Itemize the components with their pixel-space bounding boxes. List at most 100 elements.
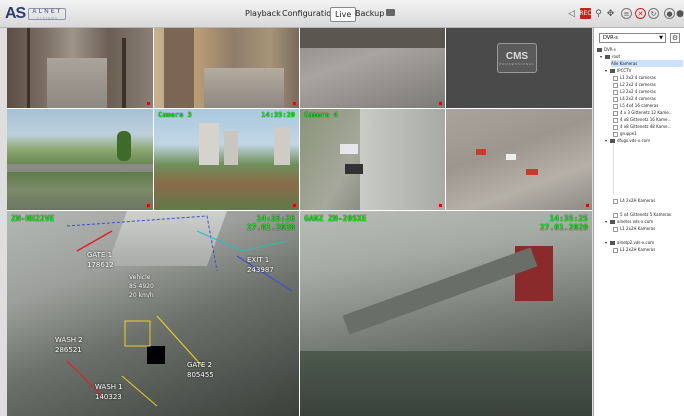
tree-node[interactable]: gruppe1 (613, 130, 637, 137)
layout-button[interactable]: ≡ (621, 8, 632, 19)
logo-mark: AS (5, 5, 26, 22)
tree-node-label: IPCCTV (617, 68, 632, 73)
refresh-button[interactable]: ↻ (648, 8, 659, 19)
magnifier-icon[interactable]: ⚲ (593, 8, 604, 19)
layout-checkbox[interactable] (613, 110, 618, 116)
layout-checkbox[interactable] (613, 96, 618, 102)
camera-label: GANZ ZN-20SXE (304, 214, 367, 223)
stop-button[interactable]: ✕ (635, 8, 646, 19)
server-icon (610, 220, 615, 224)
tree-node[interactable]: L1 2x2 4 cameras (613, 74, 656, 81)
tree-node[interactable]: L1 2x2H Kameras (613, 246, 655, 253)
exit1-label: EXIT 1 (247, 256, 270, 264)
tree-node[interactable]: ▾ alnetss.vds-x.com (605, 218, 653, 225)
layout-checkbox[interactable] (613, 103, 618, 109)
menu-live[interactable]: Live (330, 7, 357, 22)
analytics-overlay (66, 215, 293, 407)
speaker-icon[interactable]: ◁ (566, 8, 577, 19)
recording-indicator (147, 102, 150, 105)
tree-node[interactable]: L3 2x2 4 cameras (613, 88, 656, 95)
vehicle-speed: 20 km/h (129, 292, 154, 299)
gate2-id: 805455 (187, 371, 214, 379)
layout-checkbox[interactable] (613, 247, 618, 253)
tree-node[interactable]: L2 2x2 4 cameras (613, 81, 656, 88)
layout-checkbox[interactable] (613, 131, 618, 137)
camera-label: Camera 4 (304, 111, 338, 119)
dvr-select[interactable]: DVR-s ▼ (599, 33, 666, 43)
layout-checkbox[interactable] (613, 89, 618, 95)
ptz-icon[interactable]: ✥ (605, 8, 616, 19)
tree-node-label: L4 2x2H Kameras (620, 198, 656, 203)
layout-checkbox[interactable] (613, 82, 618, 88)
tree-node[interactable]: 4 x8 Gittenetz 16 Kame... (613, 116, 671, 123)
tree-node-label: L2 2x2 4 cameras (620, 82, 656, 87)
camera-view-6[interactable]: Camera 3 14:35:20 (154, 109, 299, 210)
chevron-down-icon: ▼ (659, 35, 663, 41)
camera-view-7[interactable]: Camera 4 (300, 109, 445, 210)
tree-node[interactable]: ▾ dfugs.vds-x.com (605, 137, 650, 144)
menu-configuration[interactable]: Configuration (282, 9, 336, 18)
camera-time: 14:35:25 (549, 214, 588, 223)
tree-node[interactable]: 5 x4 Gittenetz 5 Kameras (613, 211, 671, 218)
camera-view-5[interactable] (7, 109, 153, 210)
wash2-id: 286521 (55, 346, 82, 354)
folder-icon (605, 55, 610, 59)
menu-backup[interactable]: Backup (355, 9, 384, 18)
tree-node-label: root (612, 54, 621, 59)
power-icon[interactable]: ● (676, 8, 684, 19)
tree-node[interactable]: L4 2x2 4 cameras (613, 95, 656, 102)
camera-view-1[interactable] (7, 28, 153, 108)
app-window: AS ALNET SYSTEMS Playback Configuration … (0, 0, 684, 416)
camera-time: 14:35:20 (261, 111, 295, 119)
camera-view-2[interactable] (154, 28, 299, 108)
layout-checkbox[interactable] (613, 226, 618, 232)
server-icon (597, 48, 602, 52)
camera-view-8[interactable] (446, 109, 592, 210)
tree-node[interactable]: ▾ alnetp2.vds-x.com (605, 239, 654, 246)
tree-node[interactable]: 4 x 3 Gittenetz 12 Kame... (613, 109, 673, 116)
record-icon[interactable]: REC (579, 8, 592, 19)
recording-indicator (147, 204, 150, 207)
tree-node-label: dfugs.vds-x.com (617, 138, 650, 143)
layout-checkbox[interactable] (613, 124, 618, 130)
camera-date: 27.01.2020 (539, 223, 588, 232)
tree-node[interactable]: DVR-s (597, 46, 616, 53)
gate1-id: 178612 (87, 261, 114, 269)
camera-view-4-empty[interactable]: CMS PROFESSIONAL (446, 28, 592, 108)
logo-name: ALNET (32, 8, 63, 15)
tree-node-label: L4 2x2 4 cameras (620, 96, 656, 101)
tree-node[interactable]: ▾ root (600, 53, 620, 60)
top-toolbar: AS ALNET SYSTEMS Playback Configuration … (0, 0, 684, 28)
server-icon (610, 139, 615, 143)
camera-label: Camera 3 (158, 111, 192, 119)
server-icon (610, 241, 615, 245)
layout-checkbox[interactable] (613, 198, 618, 204)
layout-checkbox[interactable] (613, 117, 618, 123)
folder-icon[interactable] (386, 9, 395, 16)
dvr-select-value: DVR-s (603, 35, 618, 41)
vehicle-id: 85 4920 (129, 283, 154, 290)
tree-node[interactable]: ▾ IPCCTV (605, 67, 631, 74)
tree-node-label: alnetp2.vds-x.com (617, 240, 655, 245)
tree-node-label: gruppe1 (620, 131, 637, 136)
menu-playback[interactable]: Playback (245, 9, 281, 18)
expand-icon: ▾ (605, 240, 608, 245)
tree-node[interactable]: 4 x8 Gittenetz 48 Kame... (613, 123, 671, 130)
layout-checkbox[interactable] (613, 212, 618, 218)
settings-button[interactable]: ● (664, 8, 675, 19)
tree-node[interactable]: L5 4x4 16 cameras (613, 102, 658, 109)
tree-node-label: L5 4x4 16 cameras (620, 103, 659, 108)
tree-node-label: alnetss.vds-x.com (617, 219, 654, 224)
camera-view-10[interactable]: GANZ ZN-20SXE 14:35:25 27.01.2020 (300, 211, 592, 416)
tree-node-label: 4 x8 Gittenetz 48 Kame... (620, 124, 672, 129)
tree-node[interactable]: L4 2x2H Kameras (613, 197, 655, 204)
tree-node[interactable]: Alle Kameras (611, 60, 683, 67)
camera-view-9[interactable]: ZN-NH22VE 14:35:26 27.01.2020 GATE 1 178… (7, 211, 299, 416)
tree-node[interactable]: L1 2x2H Kameras (613, 225, 655, 232)
tree-node-label: 4 x 3 Gittenetz 12 Kame... (620, 110, 673, 115)
camera-view-3[interactable] (300, 28, 445, 108)
gear-icon[interactable]: ⚙ (670, 33, 680, 43)
brand-logo: AS ALNET SYSTEMS (5, 5, 67, 23)
expand-icon: ▾ (605, 219, 608, 224)
layout-checkbox[interactable] (613, 75, 618, 81)
